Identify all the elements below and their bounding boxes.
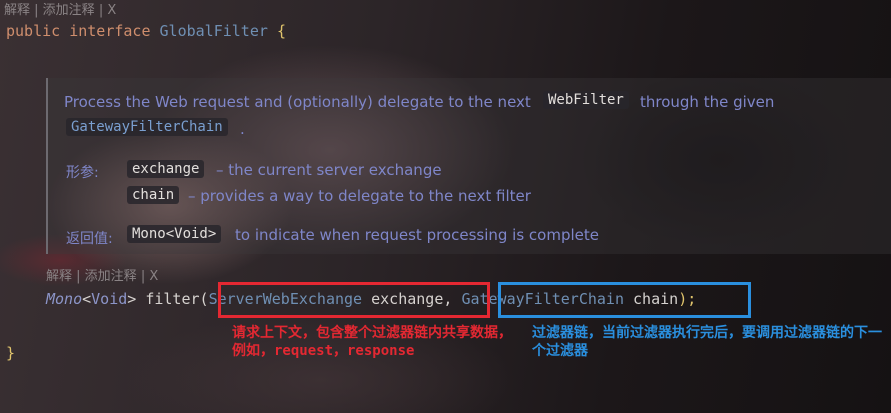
generic-close: > xyxy=(127,290,137,308)
generic-open: < xyxy=(82,290,92,308)
param-chain-desc: – provides a way to delegate to the next… xyxy=(188,187,531,205)
gatewayfilterchain-link[interactable]: GatewayFilterChain xyxy=(66,118,228,136)
explain-link[interactable]: 解释 xyxy=(46,269,72,284)
inlay-hint-method: 解释 | 添加注释 | X xyxy=(46,265,158,284)
doc-description: Process the Web request and (optionally)… xyxy=(64,93,531,111)
hint-separator: | xyxy=(136,269,150,284)
red-annotation-note: 请求上下文，包含整个过滤器链内共享数据，例如，request，response xyxy=(232,325,512,359)
doc-description-cont: through the given xyxy=(640,93,775,111)
javadoc-panel: Process the Web request and (optionally)… xyxy=(46,78,891,254)
return-desc: to indicate when request processing is c… xyxy=(235,226,599,244)
hint-separator: | xyxy=(30,3,43,18)
paren-open: ( xyxy=(199,290,209,308)
hint-separator: | xyxy=(94,3,108,18)
inlay-hint-top: 解释 | 添加注释 | X xyxy=(4,0,116,18)
close-hint-button[interactable]: X xyxy=(149,269,158,284)
open-brace: { xyxy=(276,22,286,40)
params-label: 形参: xyxy=(66,165,99,181)
explain-link[interactable]: 解释 xyxy=(4,3,30,18)
param-chain-chip: chain xyxy=(127,186,180,204)
interface-name[interactable]: GlobalFilter xyxy=(160,22,268,40)
add-comment-link[interactable]: 添加注释 xyxy=(85,269,137,284)
keyword-public: public xyxy=(6,22,61,40)
blue-annotation-note: 过滤器链，当前过滤器执行完后，要调用过滤器链的下一个过滤器 xyxy=(532,325,882,359)
add-comment-link[interactable]: 添加注释 xyxy=(43,3,95,18)
close-hint-button[interactable]: X xyxy=(107,3,116,18)
generic-arg[interactable]: Void xyxy=(91,290,127,308)
red-highlight-box xyxy=(218,282,490,318)
keyword-interface: interface xyxy=(69,22,151,40)
doc-period: . xyxy=(240,120,245,138)
method-name[interactable]: filter xyxy=(145,290,199,308)
close-brace: } xyxy=(6,344,16,362)
return-type-chip: Mono<Void> xyxy=(127,225,222,243)
param-exchange-chip: exchange xyxy=(127,160,205,178)
param-exchange-desc: – the current server exchange xyxy=(216,161,442,179)
return-type[interactable]: Mono xyxy=(46,290,82,308)
webfilter-chip[interactable]: WebFilter xyxy=(543,91,629,109)
blue-highlight-box xyxy=(498,282,751,318)
hint-separator: | xyxy=(72,269,85,284)
code-line-interface: public interface GlobalFilter { xyxy=(6,22,286,40)
return-label: 返回值: xyxy=(66,231,113,247)
